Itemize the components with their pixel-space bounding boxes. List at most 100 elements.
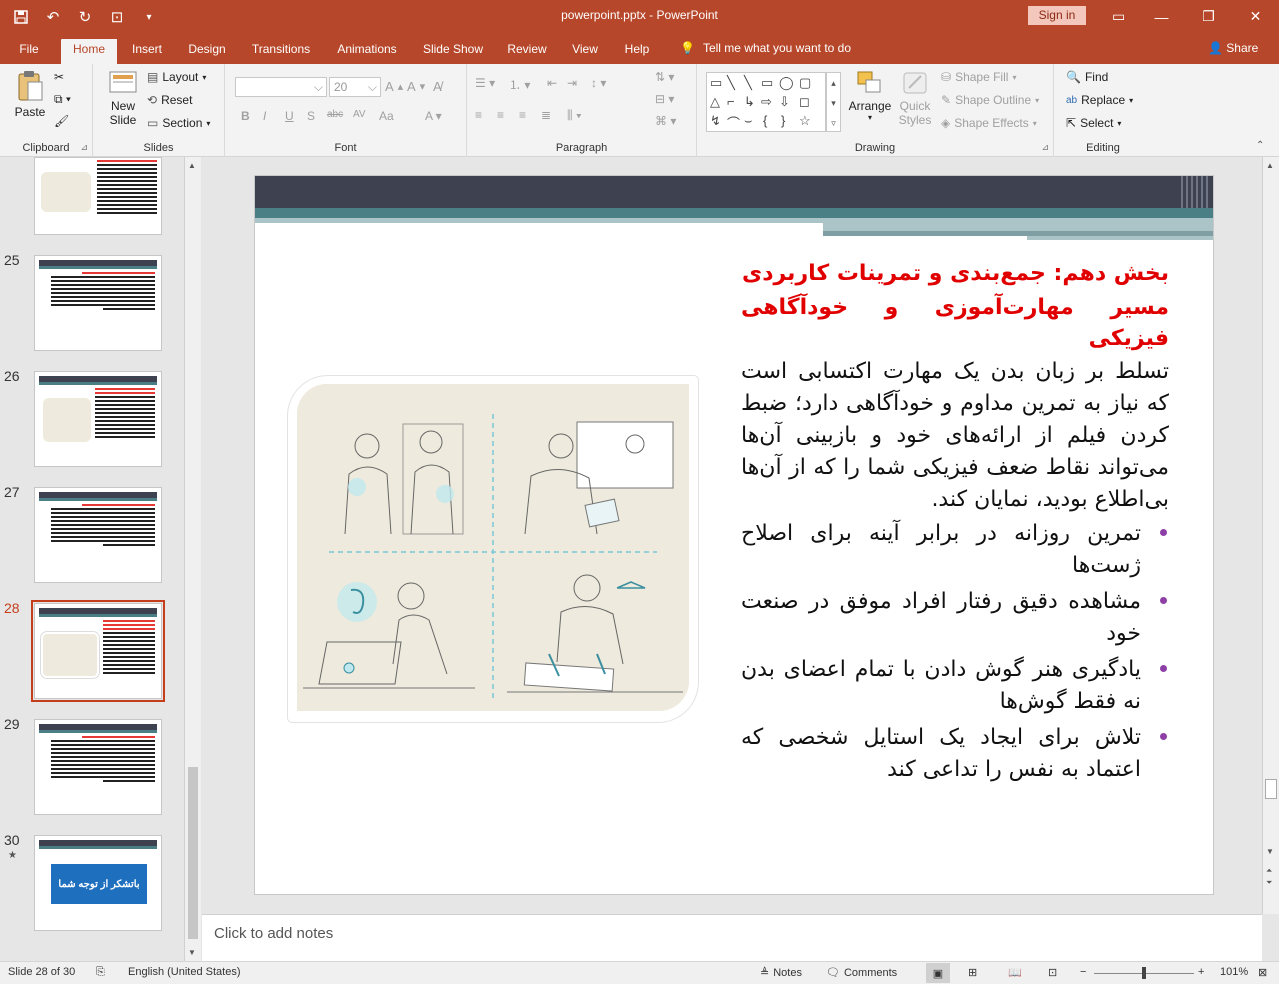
slide-scroll-down-icon[interactable]: ▼ [1266, 847, 1274, 856]
triangle-shape-icon[interactable]: △ [710, 94, 720, 110]
slide-sorter-icon[interactable]: ⊞ [968, 966, 977, 979]
cut-icon[interactable]: ✂ [54, 70, 64, 84]
paste-button[interactable]: Paste [10, 70, 50, 119]
bold-icon[interactable]: B [241, 109, 250, 123]
font-color-icon[interactable]: A ▾ [425, 109, 442, 123]
find-button[interactable]: 🔍 Find [1066, 70, 1108, 84]
select-button[interactable]: ⇱ Select ▾ [1066, 116, 1121, 130]
new-slide-button[interactable]: New Slide [101, 70, 145, 127]
change-case-icon[interactable]: Aa [379, 109, 394, 123]
slide-thumbnail-30[interactable]: باتشکر از توجه شما [34, 835, 162, 931]
quick-styles-button[interactable]: Quick Styles [894, 70, 936, 127]
smartart-icon[interactable]: ⌘ ▾ [655, 114, 676, 128]
drawing-launcher-icon[interactable]: ⊿ [1041, 142, 1049, 153]
font-name-select[interactable]: ⌵ [235, 77, 327, 97]
slide-scroll-thumb[interactable] [1265, 779, 1277, 799]
zoom-slider-thumb[interactable] [1142, 967, 1146, 979]
rounded-rect-shape-icon[interactable]: ▢ [799, 75, 811, 91]
replace-button[interactable]: ab Replace ▾ [1066, 93, 1133, 107]
tab-file[interactable]: File [10, 39, 48, 64]
reset-button[interactable]: ⟲ Reset [147, 93, 192, 107]
slide-thumbnail-24[interactable] [34, 157, 162, 235]
clipboard-launcher-icon[interactable]: ⊿ [80, 142, 88, 153]
zoom-in-icon[interactable]: + [1198, 966, 1204, 978]
shapes-gallery[interactable]: ▭ ╲ ╲ ▭ ◯ ▢ △ ⌐ ↳ ⇨ ⇩ ◻ ↯ ⌒ ⌣ { } ☆ [706, 72, 826, 132]
callout-shape-icon[interactable]: ◻ [799, 94, 810, 110]
prev-slide-icon[interactable]: ⏶ ⏷ [1266, 865, 1272, 889]
shape-effects-button[interactable]: ◈ Shape Effects ▾ [941, 116, 1037, 130]
curve-shape-icon[interactable]: ⌣ [744, 113, 753, 129]
current-slide[interactable]: بخش دهم: جمع‌بندی و تمرینات کاربردی مسیر… [254, 175, 1214, 895]
align-center-icon[interactable]: ≡ [497, 108, 504, 122]
reading-view-icon[interactable]: 📖 [1008, 966, 1022, 979]
increase-font-icon[interactable]: A ▴ [385, 79, 403, 94]
slide-scroll-up-icon[interactable]: ▲ [1266, 161, 1274, 170]
textbox-shape-icon[interactable]: ▭ [710, 75, 722, 91]
clear-format-icon[interactable]: A̸ [433, 79, 442, 94]
line-shape-2-icon[interactable]: ╲ [744, 75, 752, 91]
comments-button[interactable]: 🗨 Comments [826, 966, 897, 980]
spell-check-icon[interactable]: ⎘ [96, 966, 105, 979]
decrease-font-icon[interactable]: A ▾ [407, 79, 425, 94]
align-text-icon[interactable]: ⊟ ▾ [655, 92, 674, 106]
thumbnail-scrollbar[interactable]: ▲ ▼ [184, 157, 201, 961]
text-direction-icon[interactable]: ⇅ ▾ [655, 70, 674, 84]
right-arrow-shape-icon[interactable]: ⇨ [761, 94, 772, 110]
tab-help[interactable]: Help [618, 39, 656, 64]
tab-transitions[interactable]: Transitions [246, 39, 316, 64]
strikethrough-icon[interactable]: abc [327, 109, 343, 120]
numbering-icon[interactable]: ⒈ ▾ [509, 76, 530, 93]
brace-left-shape-icon[interactable]: { [763, 113, 767, 128]
tab-animations[interactable]: Animations [330, 39, 404, 64]
decrease-indent-icon[interactable]: ⇤ [547, 76, 557, 90]
ribbon-display-icon[interactable]: ▭ [1112, 8, 1125, 25]
align-left-icon[interactable]: ≡ [475, 108, 482, 122]
underline-icon[interactable]: U [285, 109, 294, 123]
share-button[interactable]: 👤 Share [1208, 41, 1258, 55]
tab-slide-show[interactable]: Slide Show [418, 39, 488, 64]
illustration-image[interactable] [297, 384, 689, 711]
shapes-gallery-scroll[interactable]: ▴ ▾ ▿ [826, 72, 841, 132]
bullets-icon[interactable]: ☰ ▾ [475, 76, 495, 90]
fit-slide-icon[interactable]: ⊠ [1258, 966, 1267, 979]
star-shape-icon[interactable]: ☆ [799, 113, 811, 129]
scroll-down-icon[interactable]: ▼ [188, 948, 196, 957]
scroll-up-icon[interactable]: ▲ [188, 161, 196, 170]
tab-view[interactable]: View [566, 39, 604, 64]
minimize-icon[interactable]: — [1138, 0, 1185, 33]
shape-outline-button[interactable]: ✎ Shape Outline ▾ [941, 93, 1039, 107]
slide-thumbnail-28[interactable] [31, 600, 165, 702]
elbow-shape-icon[interactable]: ⌐ [727, 94, 735, 109]
line-spacing-icon[interactable]: ↕ ▾ [591, 76, 606, 90]
align-right-icon[interactable]: ≡ [519, 108, 526, 122]
language-indicator[interactable]: English (United States) [128, 966, 241, 978]
font-size-select[interactable]: 20 ⌵ [329, 77, 381, 97]
elbow-arrow-shape-icon[interactable]: ↳ [744, 94, 755, 110]
layout-button[interactable]: ▤ Layout ▾ [147, 70, 206, 84]
section-button[interactable]: ▭ Section ▾ [147, 116, 210, 130]
tab-home[interactable]: Home [61, 39, 117, 64]
copy-icon[interactable]: ⧉ ▾ [54, 92, 71, 107]
down-arrow-shape-icon[interactable]: ⇩ [779, 94, 790, 110]
notes-pane[interactable]: Click to add notes [202, 914, 1262, 961]
brace-right-shape-icon[interactable]: } [781, 113, 785, 128]
slide-thumbnail-26[interactable] [34, 371, 162, 467]
tab-insert[interactable]: Insert [124, 39, 170, 64]
normal-view-icon[interactable]: ▣ [926, 963, 950, 983]
italic-icon[interactable]: I [263, 109, 266, 123]
format-painter-icon[interactable]: 🖌 [54, 114, 69, 128]
slide-thumbnail-25[interactable] [34, 255, 162, 351]
tab-design[interactable]: Design [181, 39, 233, 64]
zoom-level[interactable]: 101% [1220, 966, 1248, 978]
rectangle-shape-icon[interactable]: ▭ [761, 75, 773, 91]
zoom-out-icon[interactable]: − [1080, 966, 1086, 978]
shadow-icon[interactable]: S [307, 109, 315, 123]
close-icon[interactable]: ✕ [1232, 0, 1279, 33]
freeform-shape-icon[interactable]: ↯ [710, 113, 721, 129]
slide-scrollbar[interactable]: ▲ ▼ ⏶ ⏷ [1262, 157, 1279, 914]
sign-in-button[interactable]: Sign in [1028, 6, 1086, 25]
increase-indent-icon[interactable]: ⇥ [567, 76, 577, 90]
text-placeholder[interactable]: بخش دهم: جمع‌بندی و تمرینات کاربردی مسیر… [741, 258, 1169, 790]
spacing-icon[interactable]: AV [353, 109, 366, 120]
slide-thumbnail-29[interactable] [34, 719, 162, 815]
